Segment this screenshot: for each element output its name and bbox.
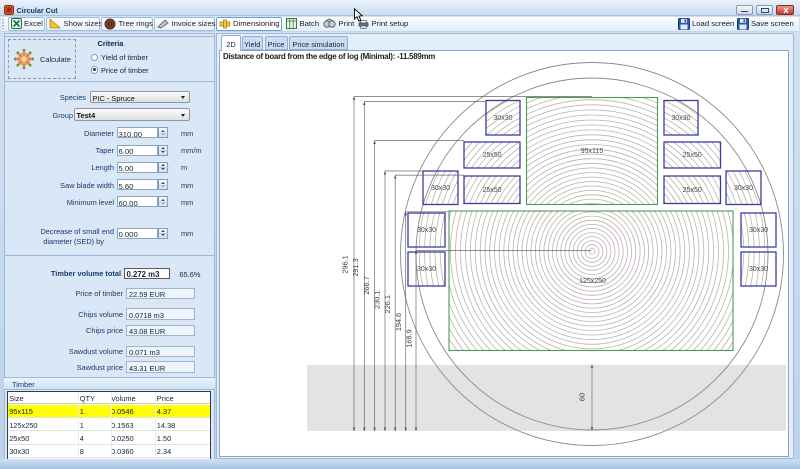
svg-text:25x50: 25x50	[683, 187, 702, 194]
svg-text:30x30: 30x30	[417, 227, 436, 234]
svg-text:168.9: 168.9	[405, 329, 414, 347]
svg-text:25x50: 25x50	[482, 187, 501, 194]
svg-text:25x50: 25x50	[482, 152, 501, 159]
svg-text:291.3: 291.3	[351, 258, 360, 276]
svg-text:30x30: 30x30	[734, 185, 753, 192]
svg-text:30x30: 30x30	[749, 227, 768, 234]
svg-text:230.1: 230.1	[372, 291, 381, 309]
svg-text:30x30: 30x30	[749, 266, 768, 273]
svg-text:30x30: 30x30	[671, 115, 690, 122]
svg-text:266.7: 266.7	[362, 276, 371, 294]
svg-text:296.1: 296.1	[340, 255, 349, 273]
svg-text:95x115: 95x115	[581, 148, 604, 155]
svg-text:226.1: 226.1	[383, 295, 392, 313]
svg-text:60: 60	[578, 393, 587, 401]
svg-text:25x50: 25x50	[683, 152, 702, 159]
svg-text:30x30: 30x30	[493, 115, 512, 122]
svg-text:30x30: 30x30	[431, 185, 450, 192]
svg-text:125x250: 125x250	[579, 278, 606, 285]
svg-text:30x30: 30x30	[417, 266, 436, 273]
svg-text:194.6: 194.6	[394, 313, 403, 331]
